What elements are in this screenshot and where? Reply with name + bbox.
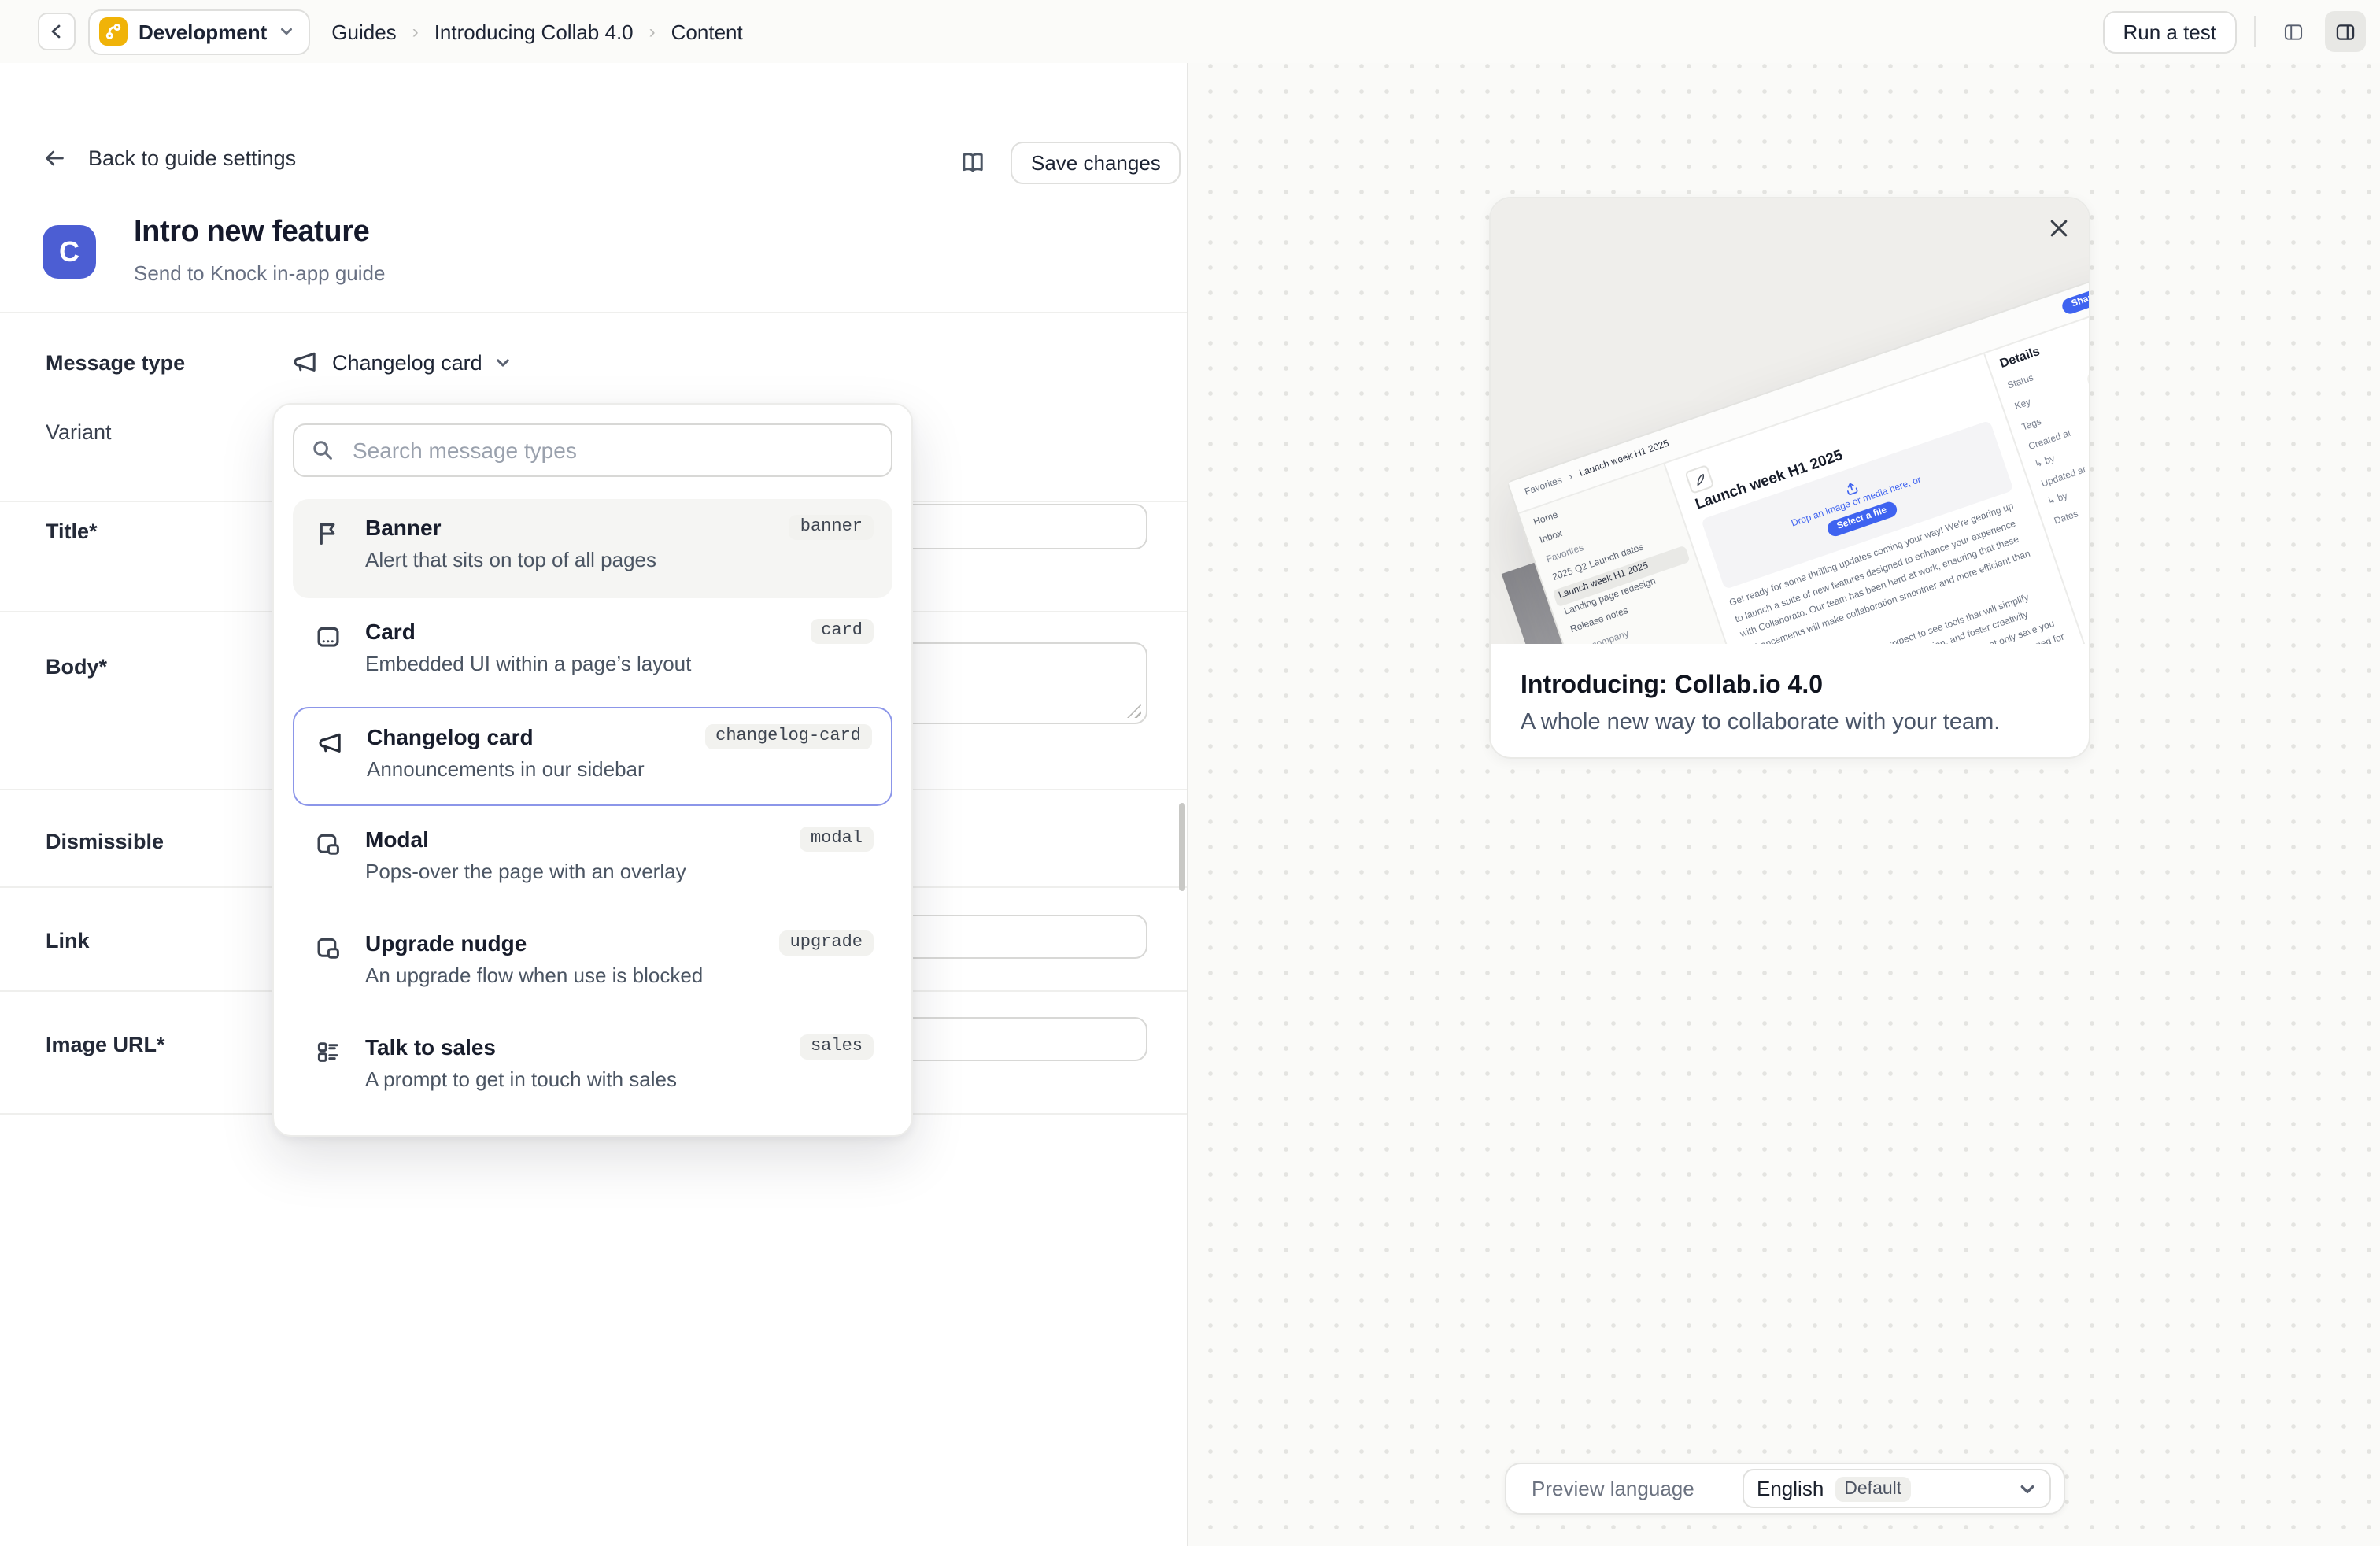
language-default-badge: Default <box>1835 1476 1911 1501</box>
message-type-search[interactable] <box>293 423 893 477</box>
app-window: Development Guides › Introducing Collab … <box>0 0 2380 1546</box>
flag-icon <box>315 520 342 546</box>
mock-rocket-icon <box>1684 464 1714 494</box>
body-label: Body* <box>46 655 107 679</box>
option-changelog-card[interactable]: Changelog card Announcements in our side… <box>293 707 893 806</box>
close-preview-button[interactable] <box>2048 217 2070 239</box>
toolbar-divider <box>2254 16 2256 47</box>
breadcrumb-content[interactable]: Content <box>671 20 743 43</box>
git-branch-icon <box>99 17 128 46</box>
variant-label: Variant <box>46 420 112 444</box>
dismissible-label: Dismissible <box>46 830 164 853</box>
chevron-down-icon <box>2018 1479 2037 1498</box>
preview-language-bar: Preview language English Default <box>1505 1463 2065 1515</box>
search-input[interactable] <box>349 436 875 464</box>
divider <box>0 312 1187 313</box>
history-back-button[interactable] <box>38 13 76 50</box>
back-label: Back to guide settings <box>88 146 296 170</box>
top-bar: Development Guides › Introducing Collab … <box>0 0 2380 65</box>
panel-scrollbar[interactable] <box>1179 803 1185 891</box>
option-key-badge: changelog-card <box>704 724 872 749</box>
breadcrumb-separator: › <box>412 20 419 43</box>
chevron-left-icon <box>47 22 66 41</box>
environment-label: Development <box>139 20 267 43</box>
search-icon <box>310 438 335 463</box>
option-key-badge: card <box>810 619 874 644</box>
panel-right-icon <box>2334 17 2356 46</box>
megaphone-icon <box>316 729 345 757</box>
option-talk-to-sales[interactable]: Talk to sales A prompt to get in touch w… <box>293 1019 893 1118</box>
upload-icon <box>1842 478 1861 497</box>
guide-avatar: C <box>42 225 96 279</box>
panel-left-icon <box>2282 17 2304 46</box>
breadcrumb: Guides › Introducing Collab 4.0 › Conten… <box>331 20 742 43</box>
mock-breadcrumb-favorites: Favorites <box>1524 476 1564 497</box>
preview-card-subtitle: A whole new way to collaborate with your… <box>1521 710 2000 735</box>
preview-image-area: Favorites › Launch week H1 2025 Share Ho… <box>1491 198 2089 644</box>
option-banner[interactable]: Banner Alert that sits on top of all pag… <box>293 499 893 598</box>
chevron-down-icon <box>278 24 294 39</box>
chevron-down-icon <box>495 353 512 371</box>
image-url-label: Image URL* <box>46 1033 165 1056</box>
option-key-badge: modal <box>800 827 874 852</box>
mock-share-button: Share <box>2060 287 2089 316</box>
upgrade-icon <box>315 935 342 962</box>
option-key-badge: sales <box>800 1034 874 1060</box>
guide-editor-panel: Back to guide settings Save changes C In… <box>0 63 1188 1546</box>
toggle-right-panel-button[interactable] <box>2325 11 2366 52</box>
arrow-left-icon <box>41 145 68 172</box>
megaphone-icon <box>291 348 320 376</box>
textarea-resize-handle[interactable] <box>1127 704 1141 718</box>
guide-subtitle: Send to Knock in-app guide <box>134 261 385 285</box>
option-key-badge: upgrade <box>779 930 874 956</box>
guide-title: Intro new feature <box>134 216 369 250</box>
preview-card-title: Introducing: Collab.io 4.0 <box>1521 672 1823 701</box>
mock-breadcrumb-separator: › <box>1568 473 1574 483</box>
option-key-badge: banner <box>789 515 874 540</box>
environment-switcher[interactable]: Development <box>88 9 309 54</box>
breadcrumb-guides[interactable]: Guides <box>331 20 396 43</box>
card-icon <box>315 623 342 650</box>
run-test-button[interactable]: Run a test <box>2102 10 2237 53</box>
option-modal[interactable]: Modal Pops-over the page with an overlay… <box>293 811 893 910</box>
preview-language-label: Preview language <box>1532 1477 1694 1500</box>
save-changes-button[interactable]: Save changes <box>1011 142 1181 184</box>
close-icon <box>2048 217 2070 239</box>
option-card[interactable]: Card Embedded UI within a page’s layout … <box>293 603 893 702</box>
option-upgrade-nudge[interactable]: Upgrade nudge An upgrade flow when use i… <box>293 915 893 1014</box>
language-value: English <box>1757 1477 1824 1500</box>
embedded-screenshot: Favorites › Launch week H1 2025 Share Ho… <box>1506 261 2089 644</box>
sales-list-icon <box>315 1039 342 1066</box>
breadcrumb-guide-name[interactable]: Introducing Collab 4.0 <box>434 20 634 43</box>
title-label: Title* <box>46 520 98 543</box>
message-type-value: Changelog card <box>332 350 482 374</box>
breadcrumb-separator: › <box>649 20 656 43</box>
message-type-label: Message type <box>46 351 185 375</box>
language-select[interactable]: English Default <box>1743 1469 2051 1508</box>
message-type-dropdown: Banner Alert that sits on top of all pag… <box>272 403 913 1137</box>
message-type-select[interactable]: Changelog card <box>291 348 512 376</box>
docs-icon[interactable] <box>957 147 989 179</box>
toggle-left-panel-button[interactable] <box>2273 11 2314 52</box>
link-label: Link <box>46 929 90 952</box>
back-to-guide-settings[interactable]: Back to guide settings <box>41 145 296 172</box>
modal-icon <box>315 831 342 858</box>
changelog-preview-card: Favorites › Launch week H1 2025 Share Ho… <box>1489 197 2090 759</box>
preview-pane: Favorites › Launch week H1 2025 Share Ho… <box>1188 63 2380 1546</box>
